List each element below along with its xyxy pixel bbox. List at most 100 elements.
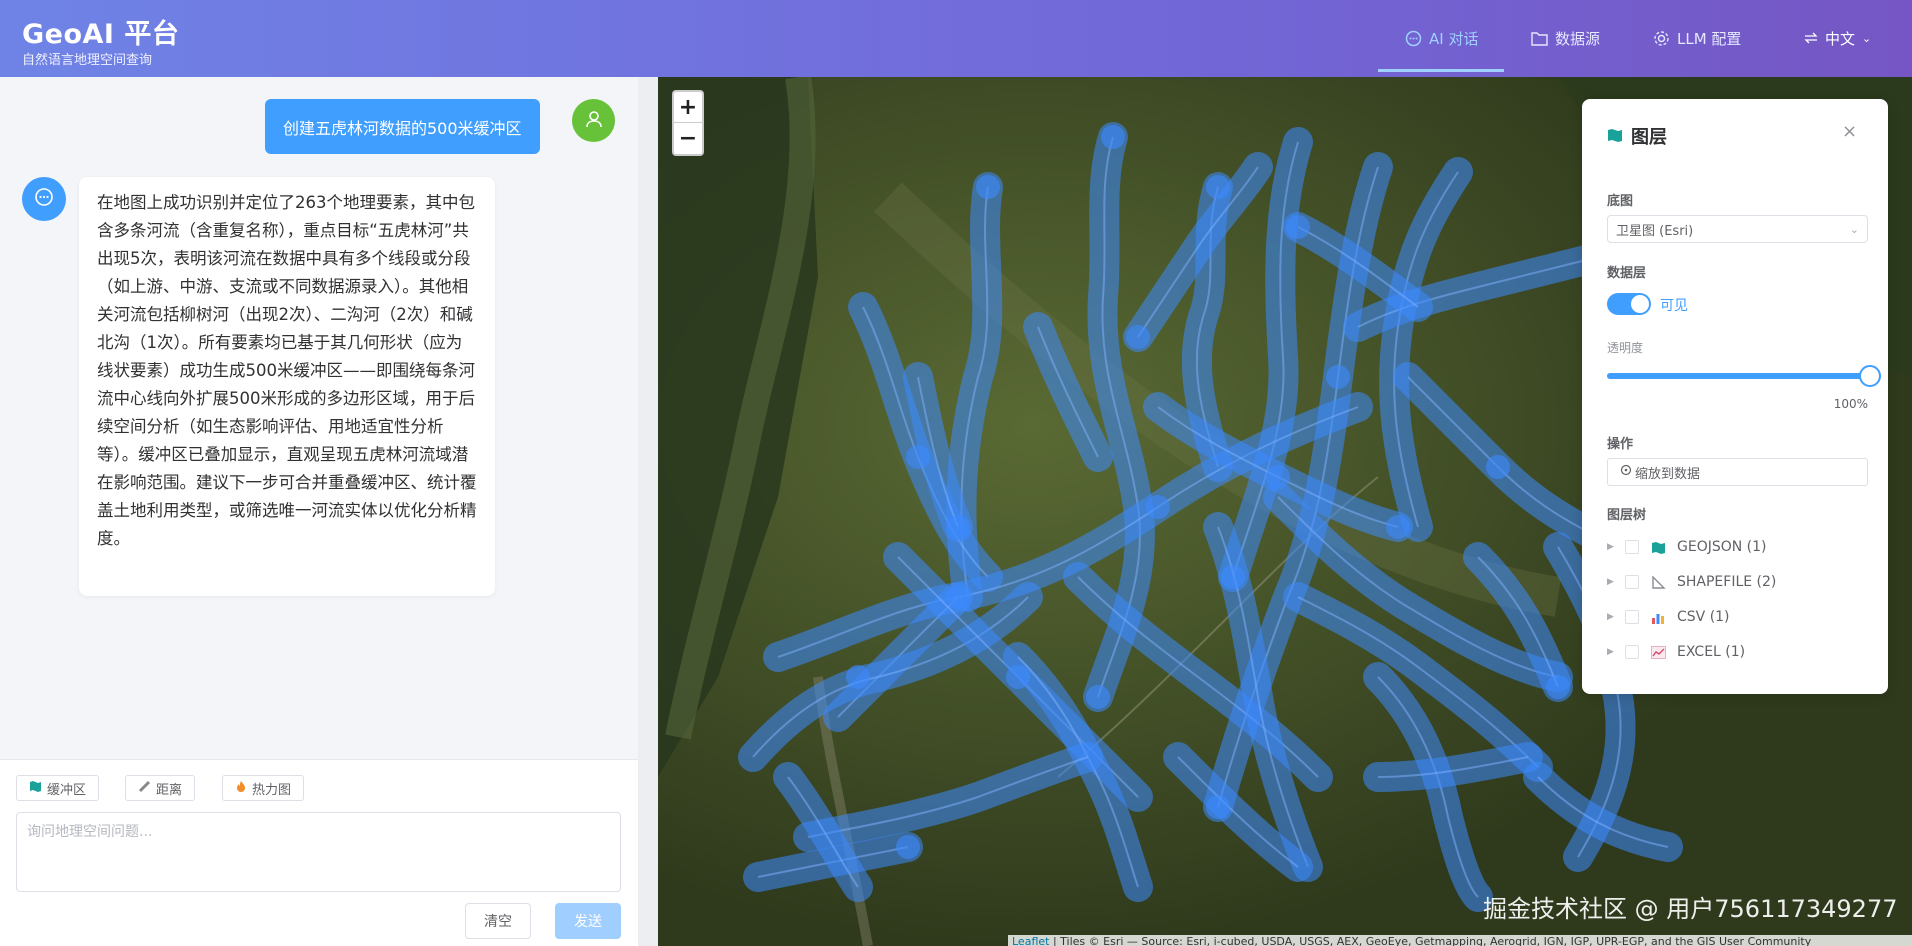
basemap-select[interactable]: 卫星图 (Esri) ⌄ [1607, 215, 1868, 243]
tab-ai-chat-label: AI 对话 [1429, 29, 1479, 48]
tab-ai-chat[interactable]: AI 对话 [1405, 26, 1478, 50]
buffer-junction[interactable] [896, 835, 920, 859]
clear-button[interactable]: 清空 [465, 903, 531, 939]
caret-right-icon[interactable]: ▶ [1607, 577, 1625, 587]
app-title: GeoAI 平台 [22, 19, 180, 50]
opacity-value: 100% [1833, 397, 1868, 411]
language-switch[interactable]: 中文 ⌄ [1804, 26, 1871, 50]
opacity-slider-track[interactable] [1607, 373, 1868, 379]
tree-item-label: SHAPEFILE (2) [1677, 574, 1777, 590]
tree-item-geojson[interactable]: ▶ GEOJSON (1) [1607, 535, 1767, 559]
buffer-junction[interactable] [1006, 665, 1030, 689]
heatmap-tool-label: 热力图 [252, 782, 292, 798]
buffer-junction[interactable] [1126, 325, 1150, 349]
layer-checkbox[interactable] [1625, 575, 1639, 589]
layer-checkbox[interactable] [1625, 610, 1639, 624]
buffer-junction[interactable] [1221, 565, 1245, 589]
data-layer-label: 数据层 [1607, 266, 1647, 281]
chat-panel: 创建五虎林河数据的500米缓冲区 在地图上成功识别并定位了263个地理要素，其中… [0, 77, 658, 946]
leaflet-link[interactable]: Leaflet [1012, 935, 1049, 946]
gear-icon [1653, 30, 1670, 47]
buffer-junction[interactable] [906, 445, 930, 469]
basemap-value: 卫星图 (Esri) [1616, 223, 1694, 239]
line-chart-icon [1651, 644, 1669, 660]
zoom-in-button[interactable]: + [674, 92, 702, 123]
buffer-junction[interactable] [946, 515, 970, 539]
ruler-icon [138, 780, 151, 797]
send-button[interactable]: 发送 [555, 903, 621, 939]
buffer-junction[interactable] [1086, 685, 1110, 709]
buffer-junction[interactable] [1206, 175, 1230, 199]
layers-panel-title: 图层 [1607, 123, 1667, 149]
buffer-junction[interactable] [1386, 515, 1410, 539]
distance-tool-button[interactable]: 距离 [125, 775, 196, 801]
caret-right-icon[interactable]: ▶ [1607, 612, 1625, 622]
swap-icon [1804, 32, 1818, 44]
buffer-junction[interactable] [1206, 795, 1230, 819]
active-tab-indicator [1378, 69, 1504, 72]
tab-llm-config-label: LLM 配置 [1677, 29, 1742, 48]
buffer-polygon[interactable] [793, 742, 1103, 852]
app-subtitle: 自然语言地理空间查询 [22, 53, 153, 68]
tree-item-excel[interactable]: ▶ EXCEL (1) [1607, 640, 1745, 664]
buffer-junction[interactable] [846, 665, 870, 689]
user-message: 创建五虎林河数据的500米缓冲区 [265, 99, 540, 154]
attribution-text: | Tiles © Esri — Source: Esri, i-cubed, … [1049, 935, 1812, 946]
buffer-junction[interactable] [1146, 495, 1170, 519]
zoom-to-data-label: 缩放到数据 [1635, 466, 1701, 482]
opacity-slider-handle[interactable] [1859, 365, 1881, 387]
ruler-triangle-icon [1651, 574, 1669, 590]
chat-input-area: 缓冲区 距离 热力图 清空 发送 [0, 759, 638, 946]
watermark: 掘金技术社区 @ 用户756117349277 [1483, 895, 1898, 923]
distance-tool-label: 距离 [156, 782, 183, 798]
buffer-junction[interactable] [1546, 675, 1570, 699]
map-attribution: Leaflet | Tiles © Esri — Source: Esri, i… [1008, 935, 1912, 946]
zoom-to-data-button[interactable]: 缩放到数据 [1607, 458, 1868, 486]
panel-divider[interactable] [638, 77, 658, 946]
tree-item-csv[interactable]: ▶ CSV (1) [1607, 605, 1730, 629]
basemap-label: 底图 [1607, 194, 1634, 209]
locate-icon [1620, 464, 1632, 480]
buffer-junction[interactable] [946, 585, 970, 609]
buffer-polygon[interactable] [1363, 742, 1543, 792]
tab-data-source[interactable]: 数据源 [1531, 26, 1600, 50]
opacity-label: 透明度 [1607, 341, 1644, 355]
layer-checkbox[interactable] [1625, 540, 1639, 554]
tree-item-label: GEOJSON (1) [1677, 539, 1767, 555]
buffer-junction[interactable] [1286, 215, 1310, 239]
close-icon[interactable]: × [1842, 121, 1857, 142]
language-label: 中文 [1825, 29, 1856, 48]
buffer-junction[interactable] [1326, 365, 1350, 389]
caret-right-icon[interactable]: ▶ [1607, 542, 1625, 552]
heatmap-tool-button[interactable]: 热力图 [222, 775, 305, 801]
bar-chart-icon [1651, 609, 1669, 625]
layers-title-label: 图层 [1631, 127, 1667, 148]
zoom-out-button[interactable]: − [674, 123, 702, 154]
buffer-junction[interactable] [1486, 455, 1510, 479]
buffer-junction[interactable] [1266, 465, 1290, 489]
tab-data-source-label: 数据源 [1555, 29, 1601, 48]
app-header: GeoAI 平台 自然语言地理空间查询 AI 对话 数据源 LLM 配置 中文 … [0, 0, 1912, 77]
zoom-control: + − [672, 90, 704, 156]
folder-icon [1531, 31, 1548, 46]
ai-avatar [22, 177, 66, 221]
caret-right-icon[interactable]: ▶ [1607, 647, 1625, 657]
map-icon [1651, 539, 1669, 555]
buffer-tool-label: 缓冲区 [47, 782, 87, 798]
user-avatar [572, 99, 615, 142]
opacity-slider-fill [1607, 373, 1868, 379]
fire-icon [235, 780, 247, 797]
layer-checkbox[interactable] [1625, 645, 1639, 659]
tree-item-label: EXCEL (1) [1677, 644, 1746, 660]
buffer-tool-button[interactable]: 缓冲区 [16, 775, 100, 801]
tab-llm-config[interactable]: LLM 配置 [1653, 26, 1741, 50]
visibility-label: 可见 [1660, 298, 1688, 314]
ai-message: 在地图上成功识别并定位了263个地理要素，其中包含多条河流（含重复名称），重点目… [79, 177, 495, 596]
tree-item-shapefile[interactable]: ▶ SHAPEFILE (2) [1607, 570, 1776, 594]
buffer-junction[interactable] [976, 175, 1000, 199]
tree-item-label: CSV (1) [1677, 609, 1730, 625]
buffer-junction[interactable] [1101, 125, 1125, 149]
actions-label: 操作 [1607, 437, 1634, 452]
visibility-toggle[interactable] [1607, 293, 1651, 315]
question-input[interactable] [16, 812, 621, 892]
